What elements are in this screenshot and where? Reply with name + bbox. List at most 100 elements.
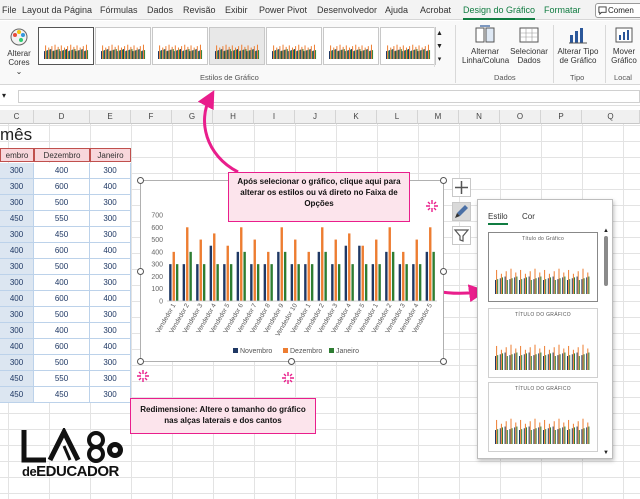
thumbnail-bar [497, 429, 499, 444]
pane-style-thumbnail[interactable]: TÍTULO DO GRÁFICO [488, 382, 598, 452]
thumbnail-bar [552, 426, 554, 444]
thumbnail-bar [586, 427, 588, 444]
bar-dezembro [307, 251, 310, 301]
legend-label: Janeiro [336, 348, 359, 355]
thumbnail-bar [569, 279, 571, 294]
legend-swatch [233, 348, 238, 353]
chart-styles-button[interactable] [452, 202, 471, 221]
bar-novembro [250, 264, 253, 301]
thumbnail-bar [526, 353, 527, 370]
bar-janeiro [324, 251, 327, 301]
bar-janeiro [270, 264, 273, 301]
styles-callout: Após selecionar o gráfico, clique aqui p… [228, 172, 410, 222]
pane-style-thumbnail[interactable]: Título do Gráfico [488, 232, 598, 302]
bar-janeiro [216, 264, 219, 301]
thumbnail-bar [569, 429, 571, 444]
thumbnail-bar [567, 356, 568, 370]
thumbnail-bar [533, 279, 535, 294]
thumbnail-bar [553, 347, 555, 370]
bar-janeiro [297, 264, 300, 301]
thumbnail-bar [563, 348, 565, 370]
bar-dezembro [199, 239, 202, 301]
thumbnail-bar [515, 422, 517, 444]
thumbnail-bar [550, 427, 551, 444]
thumbnail-bar [588, 276, 590, 294]
pane-style-thumbnail[interactable]: TÍTULO DO GRÁFICO [488, 308, 598, 378]
thumbnail-bar [572, 273, 574, 294]
thumbnail-bar [583, 278, 585, 294]
thumbnail-bar [497, 355, 499, 370]
scroll-down-icon[interactable]: ▼ [602, 450, 610, 456]
thumbnail-bar [520, 419, 522, 444]
thumbnail-bar [528, 276, 530, 294]
tab-style[interactable]: Estilo [488, 212, 508, 225]
resize-handle-right[interactable] [440, 268, 447, 275]
resize-handle-bottom-right[interactable] [440, 358, 447, 365]
chart-filters-button[interactable] [452, 226, 471, 245]
thumbnail-bar [511, 278, 513, 294]
resize-handle-bottom[interactable] [288, 358, 295, 365]
thumbnail-bar [544, 419, 546, 444]
bar-janeiro [418, 264, 422, 301]
thumbnail-bar [502, 353, 503, 370]
thumbnail-bar [587, 348, 589, 370]
bar-janeiro [256, 264, 260, 301]
brush-icon [455, 205, 468, 218]
thumbnail-bar [524, 349, 526, 370]
thumbnail-bar [574, 427, 575, 444]
bar-dezembro [186, 227, 189, 301]
thumbnail-bar [586, 277, 588, 294]
thumbnail-bar [523, 428, 525, 444]
thumbnail-bar [499, 278, 501, 294]
bar-novembro [344, 245, 348, 301]
thumbnail-bar [520, 269, 522, 294]
thumbnail-bar [562, 427, 564, 444]
resize-handle-top-right[interactable] [440, 177, 447, 184]
thumbnail-bar [582, 268, 584, 294]
thumbnail-bar [548, 423, 550, 444]
thumbnail-bar [529, 421, 531, 444]
pane-scrollbar[interactable]: ▲ ▼ [602, 228, 610, 456]
resize-handle-left[interactable] [137, 268, 144, 275]
thumbnail-bar [506, 430, 508, 444]
legend-label: Dezembro [290, 348, 322, 355]
thumbnail-bar [545, 429, 547, 444]
legend-swatch [329, 348, 334, 353]
resize-handle-top-left[interactable] [137, 177, 144, 184]
thumbnail-bar [538, 277, 540, 294]
thumbnail-bar [578, 430, 580, 444]
thumbnail-bar [509, 355, 511, 370]
thumbnail-bar [562, 353, 564, 370]
brand-logo: deEDUCADOR [20, 426, 130, 488]
bar-dezembro [321, 227, 324, 301]
bar-janeiro [202, 264, 206, 301]
chart-elements-button[interactable] [452, 178, 471, 197]
thumbnail-bar [548, 273, 550, 294]
thumbnail-bar [516, 276, 518, 294]
bar-dezembro [429, 227, 432, 301]
thumbnail-bar [505, 347, 507, 370]
thumbnail-bar [538, 427, 540, 444]
thumbnail-bar [569, 355, 571, 370]
bar-janeiro [175, 264, 179, 301]
legend-label: Novembro [240, 348, 272, 355]
thumbnail-bar [554, 280, 556, 294]
bar-dezembro [334, 239, 337, 301]
thumbnail-bar [568, 269, 570, 294]
thumbnail-chart [495, 268, 590, 294]
resize-handle-bottom-left[interactable] [137, 358, 144, 365]
bar-dezembro [348, 233, 351, 301]
bar-janeiro [229, 264, 233, 301]
bar-janeiro [432, 251, 435, 301]
thumbnail-bar [538, 353, 540, 370]
thumbnail-bar [572, 349, 574, 370]
scroll-thumb[interactable] [604, 236, 608, 286]
thumbnail-bar [496, 419, 498, 444]
scroll-up-icon[interactable]: ▲ [602, 228, 610, 234]
thumbnail-bar [559, 428, 561, 444]
thumbnail-bar [557, 429, 559, 444]
thumbnail-bar [587, 422, 589, 444]
tab-color[interactable]: Cor [522, 212, 535, 221]
lab-logo-icon [21, 426, 123, 463]
funnel-icon [453, 229, 470, 242]
